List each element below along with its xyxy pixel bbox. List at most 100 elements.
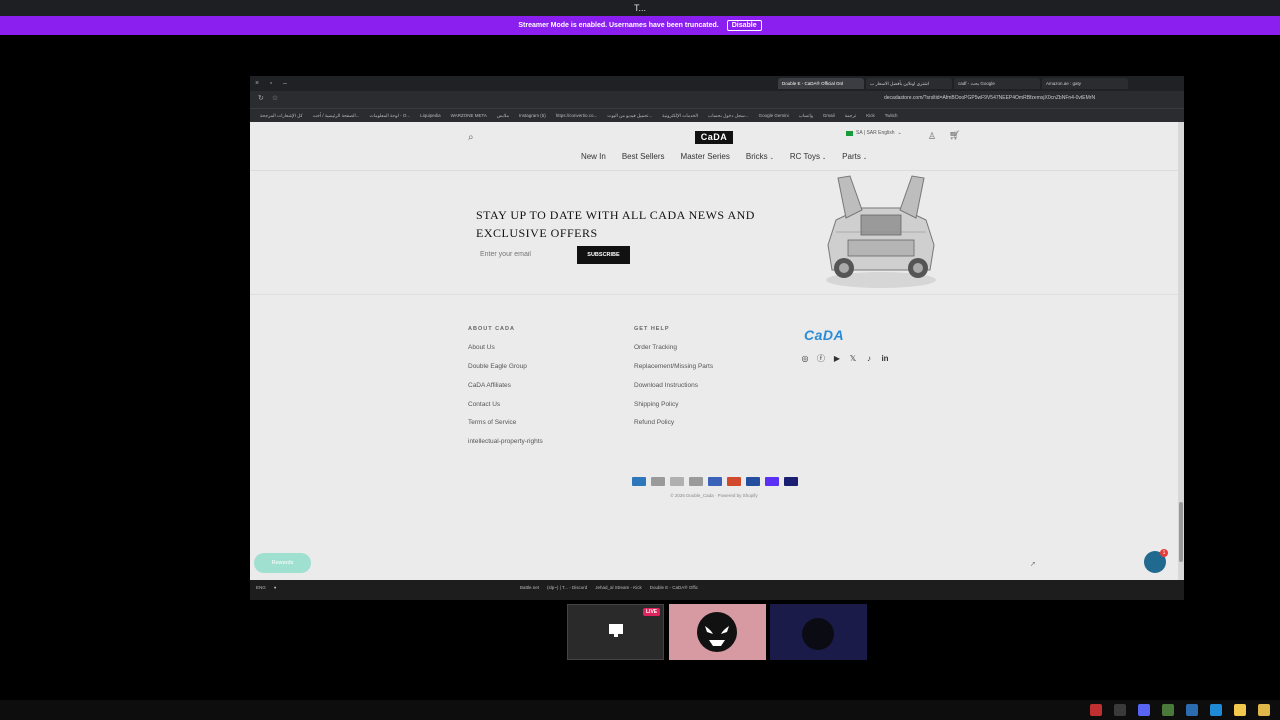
shop-pay-icon (765, 477, 779, 486)
region-selector[interactable]: SA | SAR English ⌄ (846, 130, 902, 136)
bookmark-item[interactable]: Twitch (885, 113, 898, 118)
bookmark-item[interactable]: واتساب (799, 113, 813, 119)
app-icon[interactable] (1162, 704, 1174, 716)
footer-link-shipping[interactable]: Shipping Policy (634, 401, 678, 408)
mic-icon: ● (273, 585, 277, 590)
region-label: SA | SAR English (856, 130, 895, 136)
tab-google[interactable]: cadf - بحث Google (954, 78, 1040, 89)
stream-thumbnail-avatar[interactable] (669, 604, 766, 660)
tiktok-icon[interactable]: ♪ (864, 353, 874, 363)
disable-streamer-button[interactable]: Disable (726, 20, 762, 31)
facebook-icon[interactable]: ⓕ (816, 353, 826, 363)
site-logo[interactable]: CaDA (695, 131, 733, 144)
footer-link-double-eagle[interactable]: Double Eagle Group (468, 363, 527, 370)
bookmark-item[interactable]: Instagram (5) (519, 113, 546, 118)
minimize-window-icon[interactable]: – (278, 80, 292, 87)
stream-thumbnail-avatar[interactable] (770, 604, 867, 660)
avatar-icon (802, 618, 834, 650)
browser-window: × ▫ – Double E - CaDA® Official Onl اشتر… (250, 76, 1184, 600)
bookmark-item[interactable]: ترجمة (845, 113, 857, 119)
divider (250, 170, 1178, 171)
linkedin-icon[interactable]: in (880, 353, 890, 363)
search-icon[interactable]: ⌕ (468, 132, 474, 143)
folder-icon[interactable] (1234, 704, 1246, 716)
restore-window-icon[interactable]: ▫ (264, 80, 278, 87)
bookmark-item[interactable]: Gmail (823, 113, 835, 118)
system-taskbar (0, 700, 1280, 720)
scrollbar-thumb[interactable] (1179, 502, 1183, 562)
x-icon[interactable]: 𝕏 (848, 353, 858, 363)
instagram-icon[interactable]: ◎ (800, 353, 810, 363)
nav-best-sellers[interactable]: Best Sellers (622, 152, 665, 161)
footer-link-download[interactable]: Download Instructions (634, 382, 698, 389)
bookmark-item[interactable]: https://convertio.co... (556, 113, 598, 118)
bookmark-item[interactable]: ملابس (497, 113, 509, 119)
nav-new-in[interactable]: New In (581, 152, 606, 161)
bookmark-item[interactable]: Liquipedia (420, 113, 441, 118)
footer-link-contact[interactable]: Contact Us (468, 401, 500, 408)
youtube-icon[interactable]: ▶ (832, 353, 842, 363)
nav-rc-toys[interactable]: RC Toys ⌄ (790, 152, 826, 161)
tab-amazon[interactable]: Amazon.ae : gaty (1042, 78, 1128, 89)
bookmark-item[interactable]: Kick (866, 113, 875, 118)
bookmark-item[interactable]: Google Gemini (759, 113, 789, 118)
tab-cada[interactable]: Double E - CaDA® Official Onl (778, 78, 864, 89)
flag-icon (846, 130, 853, 136)
taskbar-tray: ENG ● (256, 585, 276, 590)
nav-parts[interactable]: Parts ⌄ (842, 152, 867, 161)
stream-taskbar: ENG ● Battle.net (slp~) | T... - Discord… (250, 580, 1184, 600)
amex-icon (632, 477, 646, 486)
copyright: © 2026 Double_Cada · Powered by Shopify (670, 493, 758, 498)
taskbar-apps: Battle.net (slp~) | T... - Discord Jehad… (520, 585, 698, 590)
app-icon[interactable] (1258, 704, 1270, 716)
footer-link-refund[interactable]: Refund Policy (634, 419, 674, 426)
footer-link-terms[interactable]: Terms of Service (468, 419, 516, 426)
footer-link-ip-rights[interactable]: intellectual-property-rights (468, 438, 543, 445)
chat-button[interactable]: 1 (1144, 549, 1168, 573)
cart-icon[interactable]: 🛒︎ (949, 130, 960, 141)
mastercard-icon (727, 477, 741, 486)
tab-store[interactable]: اشتري اونلاين بأفضل الاسعار ب (866, 78, 952, 89)
bookmark-star-icon[interactable]: ☆ (272, 94, 278, 102)
social-links: ◎ ⓕ ▶ 𝕏 ♪ in (800, 353, 890, 363)
footer-logo[interactable]: CaDA (804, 327, 844, 343)
nav-master-series[interactable]: Master Series (681, 152, 730, 161)
url-field[interactable]: decadastore.com/?srsltid=AfmBOooPGP5wF9V… (884, 95, 1134, 104)
bookmark-item[interactable]: تحميل فيديو من اليوت... (607, 113, 652, 119)
reload-icon[interactable]: ↻ (258, 94, 264, 102)
subscribe-button[interactable]: SUBSCRIBE (577, 246, 630, 264)
discover-icon (670, 477, 684, 486)
taskbar-app[interactable]: Jehad_al Stream - Kick (595, 585, 642, 590)
google-pay-icon (689, 477, 703, 486)
rewards-button[interactable]: Rewards (254, 553, 311, 573)
help-heading: GET HELP (634, 326, 670, 332)
app-icon[interactable] (1210, 704, 1222, 716)
mouse-cursor-icon: ➚ (1030, 561, 1036, 568)
close-window-icon[interactable]: × (250, 80, 264, 87)
bookmark-item[interactable]: الصفحة الرئيسية / أخت... (313, 113, 360, 119)
taskbar-app[interactable]: (slp~) | T... - Discord (547, 585, 587, 590)
footer-link-replacement[interactable]: Replacement/Missing Parts (634, 363, 713, 370)
footer-link-about-us[interactable]: About Us (468, 344, 495, 351)
bookmarks-bar: كل الإشعارات المرجحة الصفحة الرئيسية / أ… (250, 108, 1184, 122)
nav-bricks[interactable]: Bricks ⌄ (746, 152, 774, 161)
footer-link-order-tracking[interactable]: Order Tracking (634, 344, 677, 351)
visa-icon (784, 477, 798, 486)
venom-avatar-icon (697, 612, 737, 652)
record-icon[interactable] (1090, 704, 1102, 716)
email-field[interactable] (476, 247, 576, 263)
bookmark-item[interactable]: لوحة المعلومات - O... (370, 113, 411, 119)
web-page: ⌕ CaDA SA | SAR English ⌄ ♙ 🛒︎ New In Be… (250, 122, 1178, 580)
discord-icon[interactable] (1138, 704, 1150, 716)
bookmark-item[interactable]: WARZONE META (451, 113, 487, 118)
footer-link-affiliates[interactable]: CaDA Affiliates (468, 382, 511, 389)
app-icon[interactable] (1186, 704, 1198, 716)
page-scrollbar[interactable] (1178, 122, 1184, 580)
bookmark-item[interactable]: سجل دخول بحساب... (708, 113, 749, 119)
app-icon[interactable] (1114, 704, 1126, 716)
bookmark-item[interactable]: كل الإشعارات المرجحة (260, 113, 303, 119)
taskbar-app[interactable]: Double E - CaDA® Offic (650, 585, 698, 590)
taskbar-app[interactable]: Battle.net (520, 585, 539, 590)
bookmark-item[interactable]: الخدمات الإلكترونية (662, 113, 698, 119)
account-icon[interactable]: ♙ (928, 131, 936, 142)
